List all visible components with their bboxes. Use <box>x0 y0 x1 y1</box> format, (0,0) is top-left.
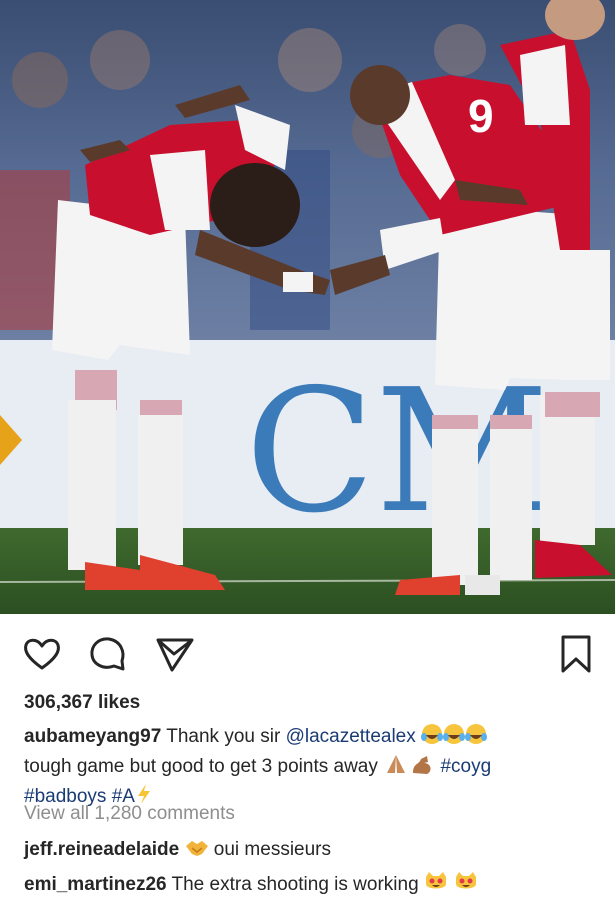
caption-text-2: tough game but good to get 3 points away <box>24 756 384 777</box>
post-action-bar <box>0 614 615 690</box>
post-caption: aubameyang97 Thank you sir @lacazetteale… <box>24 723 594 813</box>
handshake-emoji-icon <box>185 838 209 864</box>
comment-username[interactable]: emi_martinez26 <box>24 874 167 895</box>
hashtag-coyg[interactable]: #coyg <box>440 756 491 777</box>
author-username[interactable]: aubameyang97 <box>24 726 161 747</box>
comment-item: jeff.reineadelaide oui messieurs <box>24 838 331 864</box>
comment-item: emi_martinez26 The extra shooting is wor… <box>24 871 480 899</box>
heart-icon[interactable] <box>22 634 62 674</box>
praying-hands-emoji-icon <box>383 753 409 783</box>
bookmark-icon[interactable] <box>556 634 596 674</box>
caption-text-1: Thank you sir <box>161 726 286 747</box>
post-photo[interactable]: CM 9 <box>0 0 615 614</box>
players-bowing-photo: CM 9 <box>0 0 615 614</box>
view-all-comments-link[interactable]: View all 1,280 comments <box>24 803 235 825</box>
comment-text: The extra shooting is working <box>166 874 424 895</box>
heart-eyes-cat-emoji-icon <box>424 871 480 899</box>
flexed-biceps-emoji-icon <box>409 753 435 783</box>
likes-count[interactable]: 306,367 likes <box>24 692 140 714</box>
mention-link[interactable]: @lacazettealex <box>286 726 416 747</box>
jersey-number: 9 <box>468 90 494 142</box>
laughing-emoji-icon <box>421 723 488 753</box>
speech-bubble-icon[interactable] <box>88 634 128 674</box>
comment-text: oui messieurs <box>208 839 332 860</box>
paper-plane-icon[interactable] <box>155 634 195 674</box>
comment-username[interactable]: jeff.reineadelaide <box>24 839 179 860</box>
